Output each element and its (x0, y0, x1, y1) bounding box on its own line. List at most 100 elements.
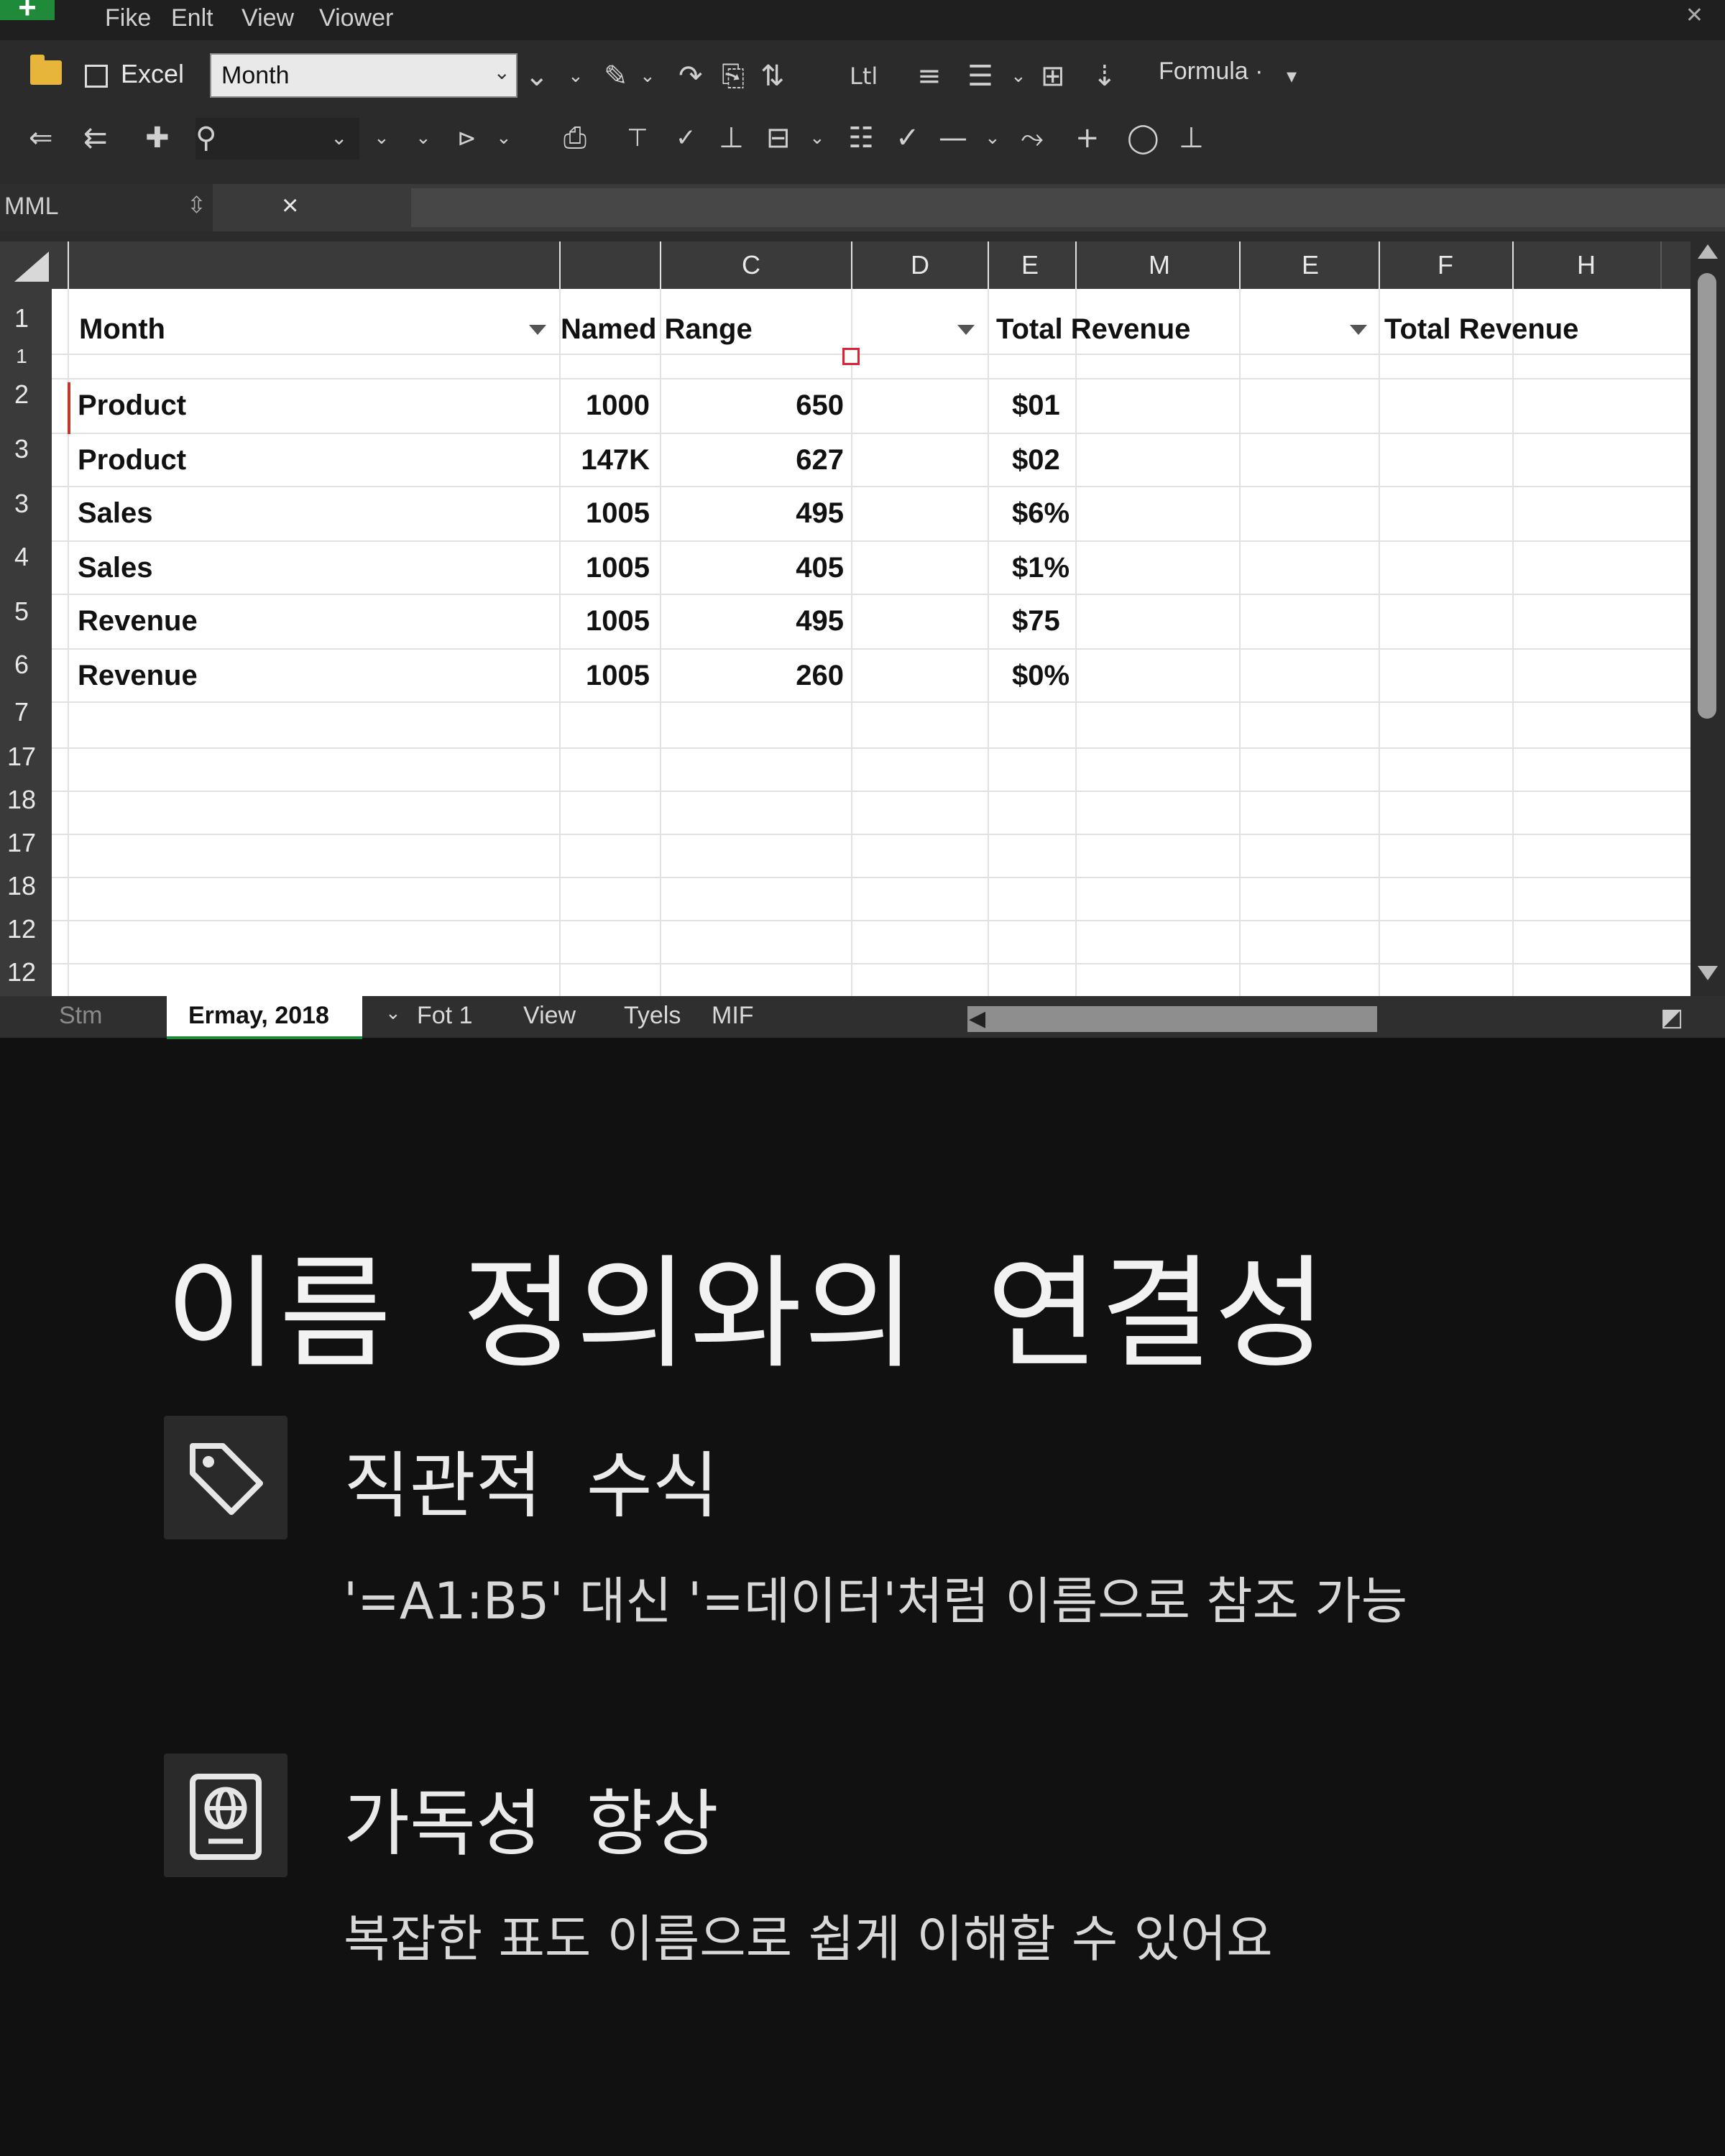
month-dropdown[interactable]: Month ⌄ (210, 53, 518, 98)
chevron-up-icon[interactable]: ⇳ (187, 191, 206, 218)
select-all-corner[interactable] (14, 252, 49, 282)
plus-icon[interactable]: + (1075, 108, 1100, 168)
indent-icon[interactable]: ⊳ (457, 108, 477, 168)
cell-value-b[interactable]: 1005 (561, 497, 650, 530)
sort-down-icon[interactable]: ⇣ (1092, 46, 1117, 106)
check-icon[interactable]: ✓ (676, 108, 696, 168)
table-icon[interactable]: ⊞ (1041, 46, 1065, 106)
new-button[interactable]: + (0, 0, 55, 24)
header-month[interactable]: Month (79, 313, 165, 346)
menu-viewer[interactable]: Viower (319, 4, 393, 32)
cell-value-e[interactable]: $01 (1012, 390, 1060, 422)
column-header-e2[interactable]: E (1300, 250, 1321, 280)
column-header-f[interactable]: F (1435, 250, 1456, 280)
row-header[interactable]: 1 (0, 345, 43, 368)
cell-value-e[interactable]: $0% (1012, 660, 1070, 692)
header-total-revenue-2[interactable]: Total Revenue (1384, 313, 1578, 346)
chevron-down-icon[interactable]: ⌄ (1011, 46, 1026, 106)
clipboard-icon[interactable]: ⎘ (722, 46, 745, 106)
cell-value-e[interactable]: $6% (1012, 497, 1070, 530)
cell-label[interactable]: Product (78, 444, 186, 476)
column-header-e[interactable]: E (1019, 250, 1041, 280)
cell-label[interactable]: Revenue (78, 660, 198, 692)
chevron-down-icon[interactable]: ⌄ (985, 108, 1000, 168)
sheet-tab[interactable]: View (523, 1002, 576, 1030)
menu-view[interactable]: View (242, 4, 294, 32)
row-header[interactable]: 1 (0, 303, 43, 333)
name-box[interactable]: MML ⇳ (0, 184, 213, 231)
checkmark-icon[interactable]: ✓ (896, 108, 920, 168)
cell-value-b[interactable]: 147K (561, 444, 650, 476)
chevron-down-icon[interactable]: ⌄ (331, 108, 347, 168)
column-header-d[interactable]: D (909, 250, 931, 280)
header-named-range[interactable]: Named Range (561, 313, 753, 346)
cell-value-c[interactable]: 495 (748, 497, 844, 530)
menu-edit[interactable]: Enlt (171, 4, 213, 32)
cell-value-c[interactable]: 627 (748, 444, 844, 476)
align-left-icon[interactable]: ≡ (917, 46, 942, 106)
link-icon[interactable]: ⚲ (196, 108, 216, 168)
bookmark-icon[interactable]: ◩ (1660, 1003, 1683, 1032)
group-label[interactable]: Ltl (850, 46, 878, 106)
cell-label[interactable]: Product (78, 390, 186, 422)
back-arrow-icon[interactable]: ⇐ (29, 108, 53, 168)
row-header[interactable]: 18 (0, 785, 43, 815)
row-header[interactable]: 17 (0, 742, 43, 772)
table-grid-icon[interactable]: ⊟ (766, 108, 791, 168)
cell-value-b[interactable]: 1005 (561, 660, 650, 692)
chevron-down-icon[interactable]: ⌄ (385, 1002, 401, 1024)
vertical-scrollbar[interactable] (1690, 241, 1725, 996)
list-icon[interactable]: ☷ (848, 108, 874, 168)
move-icon[interactable]: ✚ (145, 108, 170, 168)
sheet-tab[interactable]: Stm (59, 1002, 102, 1030)
cell-label[interactable]: Sales (78, 552, 153, 584)
cell-value-c[interactable]: 495 (748, 605, 844, 637)
chart-line-icon[interactable]: ⤳ (1021, 108, 1044, 168)
row-header[interactable]: 4 (0, 542, 43, 572)
cell-value-b[interactable]: 1005 (561, 552, 650, 584)
row-header[interactable]: 17 (0, 828, 43, 858)
column-header-h[interactable]: H (1576, 250, 1597, 280)
row-header[interactable]: 2 (0, 379, 43, 410)
formula-input[interactable] (411, 188, 1725, 227)
vertical-scroll-thumb[interactable] (1698, 273, 1716, 719)
cell-label[interactable]: Revenue (78, 605, 198, 637)
row-header[interactable]: 12 (0, 957, 43, 987)
redo-icon[interactable]: ↷ (678, 46, 703, 106)
chevron-down-icon[interactable]: ⌄ (640, 46, 656, 106)
folder-icon[interactable] (30, 55, 62, 85)
column-header-m[interactable]: M (1146, 250, 1172, 280)
scroll-down-icon[interactable] (1698, 966, 1718, 980)
cell-label[interactable]: Sales (78, 497, 153, 530)
close-icon[interactable]: ✕ (1685, 3, 1703, 28)
filter-dropdown-icon[interactable] (957, 325, 975, 335)
paint-brush-icon[interactable]: ✎ (604, 46, 628, 106)
sort-icon[interactable]: ⇅ (760, 46, 785, 106)
horizontal-scrollbar[interactable] (967, 1006, 1377, 1032)
excel-checkbox[interactable] (85, 65, 108, 88)
row-header[interactable]: 3 (0, 489, 43, 519)
chevron-down-icon[interactable]: ⌄ (496, 108, 512, 168)
row-header[interactable]: 12 (0, 914, 43, 944)
chevron-down-icon[interactable]: ⌄ (809, 108, 825, 168)
spreadsheet-grid[interactable]: C D E M E F H 1 1 2 3 3 4 5 6 7 17 18 17… (0, 241, 1690, 996)
cell-value-b[interactable]: 1005 (561, 605, 650, 637)
cell-value-c[interactable]: 650 (748, 390, 844, 422)
line-icon[interactable]: — (939, 108, 967, 168)
sheet-tab[interactable]: Tyels (624, 1002, 681, 1030)
chevron-down-icon[interactable]: ⌄ (374, 108, 390, 168)
cell-value-c[interactable]: 405 (748, 552, 844, 584)
baseline-icon[interactable]: ⊥ (1179, 108, 1204, 168)
sheet-tab[interactable]: Fot 1 (417, 1002, 472, 1030)
formula-menu[interactable]: Formula · (1159, 57, 1263, 86)
cell-value-e[interactable]: $1% (1012, 552, 1070, 584)
format-painter-icon[interactable]: ⎙ (564, 108, 586, 168)
row-header[interactable]: 18 (0, 871, 43, 901)
cell-value-e[interactable]: $02 (1012, 444, 1060, 476)
row-header[interactable]: 7 (0, 697, 43, 727)
menu-file[interactable]: Fike (105, 4, 151, 32)
column-header-c[interactable]: C (740, 250, 762, 280)
filter-dropdown-icon[interactable] (1350, 325, 1367, 335)
sheet-tab[interactable]: MIF (712, 1002, 754, 1030)
filter-icon[interactable]: ⊤ (627, 108, 648, 168)
